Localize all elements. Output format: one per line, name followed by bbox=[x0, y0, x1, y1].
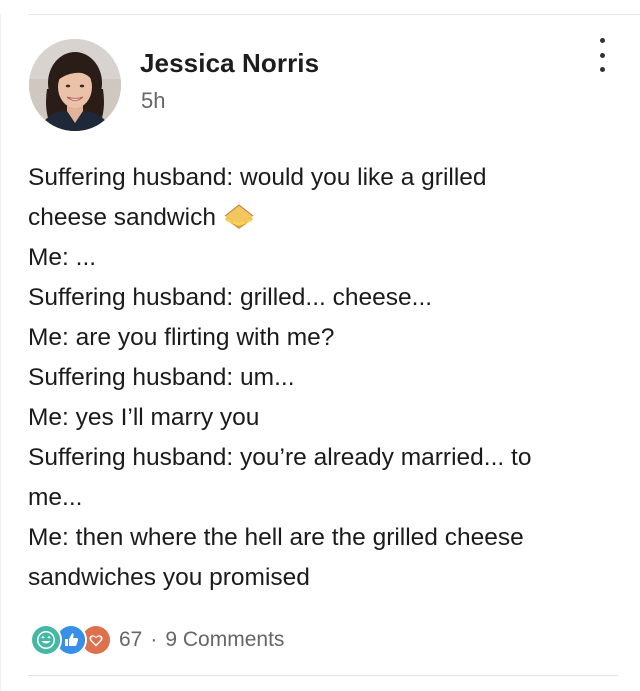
ellipsis-dot bbox=[599, 67, 605, 72]
post-line: Me: yes I’ll marry you bbox=[28, 404, 260, 431]
post-line-text: cheese sandwich bbox=[28, 204, 216, 231]
post-line: Suffering husband: um... bbox=[28, 364, 295, 391]
profile-photo-icon bbox=[29, 39, 121, 131]
post-line: Suffering husband: would you like a gril… bbox=[28, 164, 487, 191]
post-line: Me: ... bbox=[28, 244, 97, 271]
ellipsis-dot bbox=[599, 52, 605, 58]
post-line: Suffering husband: you’re already marrie… bbox=[28, 444, 532, 471]
more-options-button[interactable] bbox=[588, 38, 616, 72]
sandwich-emoji-icon bbox=[222, 203, 256, 231]
reaction-count[interactable]: 67 bbox=[119, 628, 142, 652]
post-line: Me: then where the hell are the grilled … bbox=[28, 524, 524, 551]
post-line: me... bbox=[28, 484, 83, 511]
card-top-border bbox=[28, 14, 640, 15]
post-timestamp: 5h bbox=[141, 88, 166, 113]
author-name[interactable]: Jessica Norris bbox=[140, 48, 319, 79]
funny-icon bbox=[30, 624, 62, 656]
post-card: Jessica Norris 5h Suffering husband: wou… bbox=[0, 0, 640, 691]
post-line: Suffering husband: grilled... cheese... bbox=[28, 284, 433, 311]
separator-dot: · bbox=[150, 628, 158, 651]
post-line: Me: are you flirting with me? bbox=[28, 324, 335, 351]
vertical-ellipsis-icon bbox=[599, 38, 605, 43]
divider bbox=[28, 675, 618, 676]
post-line: sandwiches you promised bbox=[28, 564, 310, 591]
avatar[interactable] bbox=[29, 39, 121, 131]
post-text: Suffering husband: would you like a gril… bbox=[28, 158, 618, 598]
comments-count-link[interactable]: 9 Comments bbox=[165, 628, 284, 652]
card-left-border bbox=[0, 14, 1, 691]
social-counts: 67 · 9 Comments bbox=[30, 624, 284, 656]
post-line-with-emoji: cheese sandwich bbox=[28, 198, 618, 238]
reaction-icons[interactable] bbox=[30, 624, 112, 656]
